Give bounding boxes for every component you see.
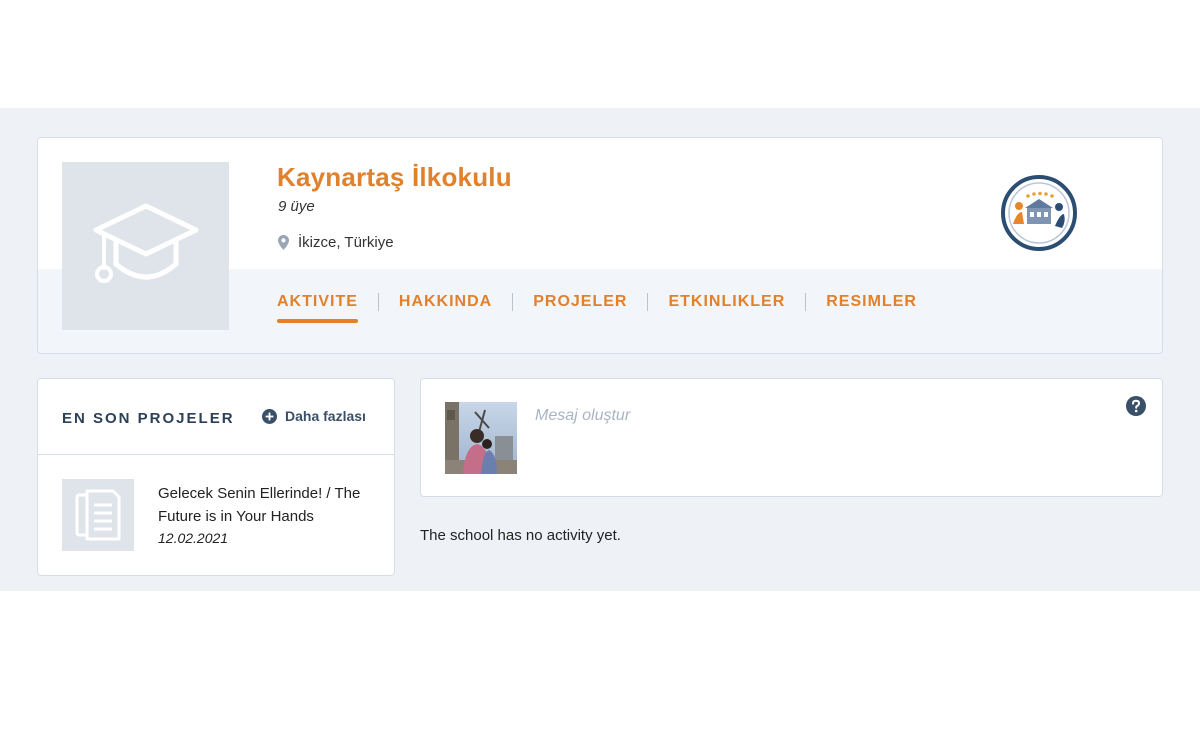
- school-name: Kaynartaş İlkokulu: [277, 162, 512, 192]
- message-input[interactable]: [533, 401, 1093, 431]
- project-list-item[interactable]: Gelecek Senin Ellerinde! / The Future is…: [62, 479, 388, 551]
- project-info: Gelecek Senin Ellerinde! / The Future is…: [158, 479, 388, 551]
- tab-hakkinda[interactable]: HAKKINDA: [399, 293, 492, 323]
- question-circle-icon[interactable]: [1126, 396, 1146, 416]
- school-profile-card: Kaynartaş İlkokulu 9 üye İkizce, Türkiye: [37, 137, 1163, 354]
- more-projects-link[interactable]: Daha fazlası: [262, 408, 366, 424]
- no-activity-message: The school has no activity yet.: [420, 527, 621, 544]
- latest-projects-header: EN SON PROJELER Daha fazlası: [38, 379, 394, 455]
- tab-projeler[interactable]: PROJELER: [533, 293, 627, 323]
- plus-circle-icon: [262, 408, 277, 424]
- tab-separator: [377, 293, 379, 311]
- map-pin-icon: [278, 235, 289, 250]
- profile-tabs: AKTIVITE HAKKINDA PROJELER ETKINLIKLER R…: [277, 293, 917, 323]
- graduation-cap-icon: [93, 203, 198, 283]
- project-thumbnail: [62, 479, 134, 551]
- project-date: 12.02.2021: [158, 530, 229, 546]
- latest-projects-title: EN SON PROJELER: [62, 410, 235, 427]
- tab-separator: [647, 293, 649, 311]
- message-composer-card: [420, 378, 1163, 497]
- tab-etkinlikler[interactable]: ETKINLIKLER: [668, 293, 785, 323]
- more-projects-label: Daha fazlası: [285, 408, 366, 424]
- tab-resimler[interactable]: RESIMLER: [826, 293, 917, 323]
- location-text: İkizce, Türkiye: [298, 234, 394, 251]
- tab-aktivite[interactable]: AKTIVITE: [277, 293, 358, 323]
- school-location: İkizce, Türkiye: [278, 234, 394, 251]
- document-icon: [75, 489, 121, 541]
- school-badge-logo: [1000, 174, 1078, 252]
- project-title: Gelecek Senin Ellerinde! / The Future is…: [158, 485, 361, 525]
- tab-separator: [805, 293, 807, 311]
- tab-separator: [512, 293, 514, 311]
- latest-projects-card: EN SON PROJELER Daha fazlası Gelecek Sen…: [37, 378, 395, 576]
- user-avatar[interactable]: [445, 402, 517, 474]
- school-avatar: [62, 162, 229, 330]
- member-count: 9 üye: [278, 198, 315, 215]
